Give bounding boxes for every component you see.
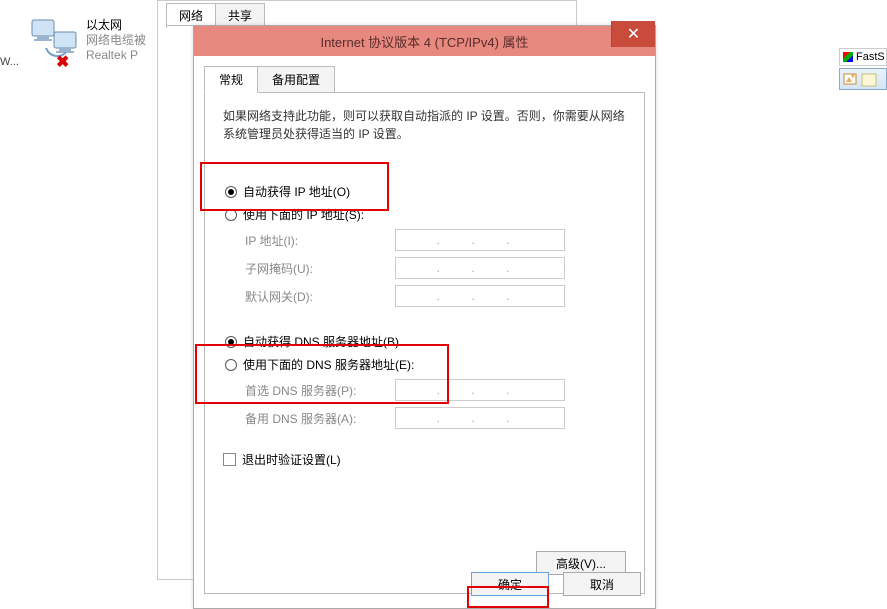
dialog-title: Internet 协议版本 4 (TCP/IPv4) 属性	[194, 32, 655, 51]
general-panel: 如果网络支持此功能，则可以获取自动指派的 IP 设置。否则，你需要从网络系统管理…	[204, 92, 645, 594]
close-button[interactable]: ✕	[611, 21, 655, 47]
radio-manual-ip[interactable]	[225, 209, 237, 221]
radio-manual-ip-row[interactable]: 使用下面的 IP 地址(S):	[225, 206, 626, 223]
description-text: 如果网络支持此功能，则可以获取自动指派的 IP 设置。否则，你需要从网络系统管理…	[223, 107, 626, 143]
adapter-status: 网络电缆被	[86, 33, 146, 48]
field-dns1: 首选 DNS 服务器(P): . . .	[245, 379, 626, 401]
ok-button[interactable]: 确定	[471, 572, 549, 596]
cancel-button-label: 取消	[590, 576, 614, 593]
adapter-title: 以太网	[86, 18, 146, 33]
field-ip: IP 地址(I): . . .	[245, 229, 626, 251]
toolbar-icons	[842, 71, 882, 89]
field-dns2: 备用 DNS 服务器(A): . . .	[245, 407, 626, 429]
disconnected-x-icon: ✖	[56, 52, 69, 72]
label-dns1: 首选 DNS 服务器(P):	[245, 382, 395, 399]
input-dns2[interactable]: . . .	[395, 407, 565, 429]
adapter-driver: Realtek P	[86, 48, 146, 63]
radio-auto-dns-label: 自动获得 DNS 服务器地址(B)	[243, 333, 399, 350]
radio-manual-dns[interactable]	[225, 359, 237, 371]
radio-auto-ip-row[interactable]: 自动获得 IP 地址(O)	[225, 183, 626, 200]
label-dns2: 备用 DNS 服务器(A):	[245, 410, 395, 427]
close-icon: ✕	[627, 24, 640, 44]
faststone-label: FastS	[856, 51, 885, 63]
validate-label: 退出时验证设置(L)	[242, 451, 341, 468]
validate-checkbox[interactable]	[223, 453, 236, 466]
input-dns1[interactable]: . . .	[395, 379, 565, 401]
radio-manual-dns-row[interactable]: 使用下面的 DNS 服务器地址(E):	[225, 356, 626, 373]
label-mask: 子网掩码(U):	[245, 260, 395, 277]
radio-auto-dns-row[interactable]: 自动获得 DNS 服务器地址(B)	[225, 333, 626, 350]
radio-manual-ip-label: 使用下面的 IP 地址(S):	[243, 206, 364, 223]
label-ip: IP 地址(I):	[245, 232, 395, 249]
radio-auto-ip[interactable]	[225, 186, 237, 198]
ipv4-properties-dialog: Internet 协议版本 4 (TCP/IPv4) 属性 ✕ 常规 备用配置 …	[193, 25, 656, 609]
cancel-button[interactable]: 取消	[563, 572, 641, 596]
faststone-logo-icon	[843, 52, 853, 62]
ok-button-label: 确定	[498, 576, 522, 593]
toolbar-fragment[interactable]	[839, 68, 887, 90]
input-ip[interactable]: . . .	[395, 229, 565, 251]
input-mask[interactable]: . . .	[395, 257, 565, 279]
input-gw[interactable]: . . .	[395, 285, 565, 307]
validate-on-exit-row[interactable]: 退出时验证设置(L)	[223, 451, 626, 468]
truncated-corner-label: W...	[0, 56, 19, 68]
adapter-icon: ✖	[28, 18, 80, 64]
adapter-list-item[interactable]: ✖ 以太网 网络电缆被 Realtek P	[28, 18, 158, 64]
field-mask: 子网掩码(U): . . .	[245, 257, 626, 279]
radio-manual-dns-label: 使用下面的 DNS 服务器地址(E):	[243, 356, 414, 373]
tab-general[interactable]: 常规	[204, 66, 258, 93]
radio-auto-dns[interactable]	[225, 336, 237, 348]
titlebar[interactable]: Internet 协议版本 4 (TCP/IPv4) 属性 ✕	[194, 26, 655, 56]
field-gw: 默认网关(D): . . .	[245, 285, 626, 307]
dialog-client: 常规 备用配置 如果网络支持此功能，则可以获取自动指派的 IP 设置。否则，你需…	[204, 66, 645, 562]
advanced-button-label: 高级(V)...	[556, 555, 606, 572]
faststone-fragment[interactable]: FastS	[839, 48, 887, 66]
label-gw: 默认网关(D):	[245, 288, 395, 305]
dialog-button-row: 确定 取消	[471, 572, 641, 596]
tab-alternate[interactable]: 备用配置	[257, 66, 335, 93]
radio-auto-ip-label: 自动获得 IP 地址(O)	[243, 183, 350, 200]
inner-tabstrip: 常规 备用配置	[204, 66, 645, 93]
adapter-text: 以太网 网络电缆被 Realtek P	[86, 18, 146, 63]
